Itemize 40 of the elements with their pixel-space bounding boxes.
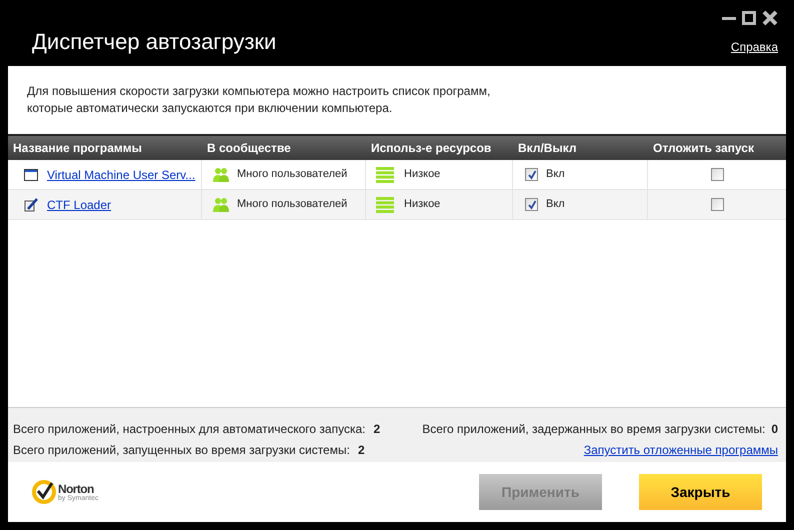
table-row[interactable]: CTF Loader Много пользователей Низкое Вкл: [8, 190, 786, 220]
summary-label: Всего приложений, запущенных во время загрузки системы:: [13, 442, 350, 459]
users-icon: [213, 196, 229, 212]
checkmark-logo-icon: [32, 480, 56, 504]
column-header[interactable]: Отложить запуск: [648, 136, 786, 160]
checkbox[interactable]: [710, 198, 724, 211]
checkbox-label: Вкл: [546, 167, 565, 182]
maximize-icon[interactable]: [742, 11, 756, 25]
checkbox[interactable]: [525, 198, 538, 211]
checkbox[interactable]: [710, 168, 724, 181]
program-link[interactable]: Virtual Machine User Serv...: [47, 166, 196, 184]
window-icon: [24, 168, 38, 182]
notepad-pen-icon: [24, 198, 38, 212]
summary-label: Всего приложений, настроенных для автоматического запуска:: [13, 421, 366, 438]
help-link[interactable]: Справка: [730, 38, 778, 56]
summary-label: Всего приложений, задержанных во время загрузки системы:: [422, 421, 766, 438]
resource-bars-icon: [376, 196, 394, 212]
summary-count: 0: [771, 421, 778, 438]
description-text: Для повышения скорости загрузки компьютера можно настроить список программ, которые автоматически запускаются при включении компьютера.: [26, 83, 492, 117]
summary-count: 2: [373, 421, 380, 438]
summary-count: 2: [358, 442, 365, 459]
resource-text: Низкое: [404, 167, 440, 182]
logo-text: Norton: [58, 482, 94, 494]
close-icon[interactable]: [762, 10, 778, 26]
program-link[interactable]: CTF Loader: [47, 196, 112, 214]
resource-text: Низкое: [404, 197, 440, 212]
table-row[interactable]: Virtual Machine User Serv... Много пользователей Низкое Вкл: [8, 160, 786, 190]
column-header[interactable]: Использ-е ресурсов: [366, 136, 513, 160]
checkbox[interactable]: [525, 168, 538, 181]
users-icon: [213, 166, 229, 182]
column-header[interactable]: В сообществе: [202, 136, 366, 160]
resource-bars-icon: [376, 166, 394, 182]
column-header[interactable]: Название программы: [8, 136, 202, 160]
community-text: Много пользователей: [237, 167, 348, 182]
window-title: Диспетчер автозагрузки: [31, 28, 276, 56]
column-header[interactable]: Вкл/Выкл: [513, 136, 648, 160]
close-button[interactable]: Закрыть: [639, 474, 762, 510]
community-text: Много пользователей: [237, 197, 348, 212]
run-delayed-link[interactable]: Запустить отложенные программы: [584, 441, 778, 459]
checkbox-label: Вкл: [546, 197, 565, 212]
